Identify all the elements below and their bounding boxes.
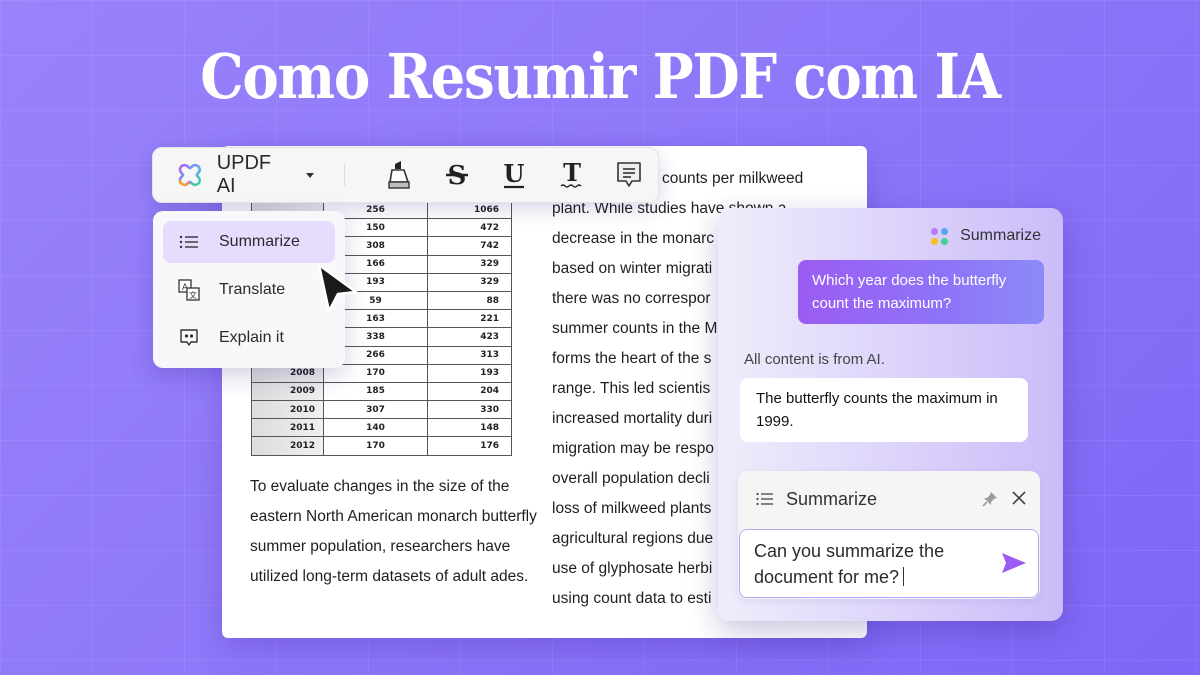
table-cell: 330	[427, 400, 512, 420]
ai-disclaimer: All content is from AI.	[744, 351, 885, 368]
pin-icon	[982, 492, 997, 507]
highlighter-icon	[388, 161, 410, 189]
send-button[interactable]	[1000, 551, 1028, 580]
table-row: 2012 170 176	[251, 436, 512, 456]
table-cell: 2012	[251, 436, 324, 456]
table-cell: 472	[427, 218, 512, 238]
menu-item-label: Summarize	[219, 233, 300, 250]
table-cell: 329	[427, 254, 512, 274]
user-message-bubble: Which year does the butterfly count the …	[798, 260, 1044, 324]
table-cell: 204	[427, 381, 512, 402]
send-icon	[1002, 553, 1026, 573]
explain-icon	[177, 327, 201, 349]
prompt-mode-label: Summarize	[786, 488, 878, 509]
updf-ai-dropdown-button[interactable]: UPDF AI	[177, 152, 314, 198]
ai-panel-header: Summarize	[931, 227, 1041, 245]
svg-text:文: 文	[189, 290, 197, 300]
strikethrough-button[interactable]: S	[428, 155, 485, 195]
headline: Como Resumir PDF com IA	[200, 40, 1001, 113]
prompt-input[interactable]: Can you summarize the document for me?	[739, 529, 1039, 598]
table-cell: 329	[427, 272, 512, 292]
table-cell: 148	[427, 418, 512, 438]
svg-text:U: U	[504, 160, 525, 188]
table-cell: 2010	[251, 400, 324, 420]
table-cell: 193	[427, 363, 512, 383]
close-button[interactable]	[1010, 489, 1028, 512]
menu-item-explain[interactable]: Explain it	[163, 317, 335, 359]
toolbar-divider	[343, 164, 345, 186]
brand-label: UPDF AI	[216, 152, 272, 197]
pin-button[interactable]	[982, 491, 998, 512]
updf-ai-logo-icon	[178, 163, 202, 187]
menu-item-translate[interactable]: A 文 Translate	[163, 269, 335, 311]
annotation-toolbar: UPDF AI S U T	[152, 147, 659, 203]
squiggly-button[interactable]: T	[543, 155, 600, 195]
table-cell: 1066	[427, 199, 512, 220]
caret-down-icon	[305, 172, 314, 178]
prompt-input-text: Can you summarize the document for me?	[754, 541, 945, 587]
mouse-cursor-icon	[317, 263, 358, 313]
table-cell: 423	[427, 327, 512, 347]
table-cell: 221	[427, 309, 512, 329]
svg-text:T: T	[563, 160, 581, 187]
document-paragraph-left: To evaluate changes in the size of the e…	[250, 478, 537, 585]
table-cell: 176	[427, 436, 512, 456]
table-cell: 185	[323, 381, 428, 402]
underline-icon: U	[504, 160, 525, 189]
table-cell: 313	[427, 345, 512, 365]
table-cell: 88	[427, 290, 512, 311]
ai-mode-icon	[931, 227, 949, 245]
comment-button[interactable]	[601, 155, 658, 195]
table-cell: 2009	[251, 381, 324, 402]
table-cell: 2011	[251, 418, 324, 438]
table-cell: 170	[323, 436, 428, 456]
table-cell: 140	[323, 418, 428, 438]
prompt-composer: Summarize Can you summarize the document…	[738, 471, 1040, 599]
table-cell: 307	[323, 400, 428, 420]
ai-answer-bubble: The butterfly counts the maximum in 1999…	[740, 378, 1028, 442]
highlight-button[interactable]	[371, 155, 428, 195]
table-row: 2011 140 148	[251, 418, 512, 438]
text-caret	[903, 567, 905, 586]
table-row: 2009 185 204	[251, 381, 512, 402]
comment-icon	[617, 162, 642, 187]
table-row: 2010 307 330	[251, 400, 512, 420]
strikethrough-icon: S	[445, 161, 468, 190]
squiggly-text-icon: T	[560, 160, 582, 188]
list-icon	[756, 492, 774, 506]
menu-item-label: Translate	[219, 281, 286, 298]
close-icon	[1012, 491, 1026, 505]
ai-chat-panel: Summarize Which year does the butterfly …	[718, 208, 1063, 621]
ai-panel-title: Summarize	[960, 227, 1041, 244]
menu-item-label: Explain it	[219, 329, 284, 346]
translate-icon: A 文	[177, 279, 201, 301]
underline-button[interactable]: U	[486, 155, 543, 195]
menu-item-summarize[interactable]: Summarize	[163, 221, 335, 263]
table-cell: 742	[427, 236, 512, 256]
list-icon	[177, 231, 201, 253]
